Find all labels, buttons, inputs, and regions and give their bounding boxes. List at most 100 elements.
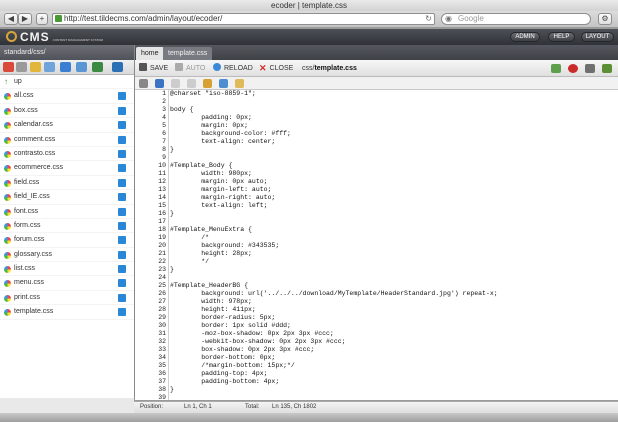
file-item[interactable]: contrasto.css <box>0 147 134 162</box>
grid-icon[interactable] <box>585 64 595 73</box>
code-line[interactable]: /* <box>170 234 615 242</box>
file-item[interactable]: menu.css <box>0 276 134 291</box>
code-line[interactable]: } <box>170 146 615 154</box>
edit-file-icon[interactable] <box>118 193 126 202</box>
code-line[interactable]: padding: 0px; <box>170 114 615 122</box>
search-field[interactable]: ◉ Google <box>441 13 591 25</box>
file-item[interactable]: field_IE.css <box>0 190 134 205</box>
forward-button[interactable]: ▶ <box>18 13 32 25</box>
search-files-icon[interactable] <box>112 62 123 72</box>
edit-file-icon[interactable] <box>118 106 126 115</box>
edit-file-icon[interactable] <box>118 279 126 288</box>
code-line[interactable]: background: #343535; <box>170 242 615 250</box>
admin-button[interactable]: ADMIN <box>510 32 540 42</box>
code-line[interactable]: width: 978px; <box>170 298 615 306</box>
code-content[interactable]: @charset "iso-8859-1"; body { padding: 0p… <box>170 90 615 400</box>
edit-file-icon[interactable] <box>118 135 126 144</box>
file-item[interactable]: comment.css <box>0 133 134 147</box>
code-line[interactable]: } <box>170 210 615 218</box>
code-line[interactable]: margin-left: auto; <box>170 186 615 194</box>
edit-file-icon[interactable] <box>118 92 126 101</box>
tab-home[interactable]: home <box>136 47 164 60</box>
tab-template-css[interactable]: template.css <box>163 47 213 60</box>
new-file-icon[interactable] <box>16 62 27 72</box>
refresh-icon[interactable] <box>92 62 103 72</box>
code-line[interactable]: } <box>170 266 615 274</box>
code-line[interactable] <box>170 154 615 162</box>
code-line[interactable]: height: 411px; <box>170 306 615 314</box>
code-line[interactable]: body { <box>170 106 615 114</box>
code-line[interactable]: background: url('../../../download/MyTem… <box>170 290 615 298</box>
code-line[interactable]: /*margin-bottom: 15px;*/ <box>170 362 615 370</box>
file-item[interactable]: font.css <box>0 205 134 219</box>
auto-save-button[interactable]: AUTO <box>175 63 205 74</box>
file-item[interactable]: list.css <box>0 262 134 277</box>
edit-file-icon[interactable] <box>118 149 126 158</box>
gear-icon[interactable] <box>602 64 612 73</box>
file-item[interactable]: glossary.css <box>0 248 134 263</box>
edit-file-icon[interactable] <box>118 207 126 216</box>
code-line[interactable]: width: 980px; <box>170 170 615 178</box>
back-button[interactable]: ◀ <box>4 13 18 25</box>
download-icon[interactable] <box>60 62 71 72</box>
rename-icon[interactable] <box>76 62 87 72</box>
code-line[interactable]: margin-right: auto; <box>170 194 615 202</box>
upload-icon[interactable] <box>44 62 55 72</box>
help-button[interactable]: HELP <box>548 32 575 42</box>
edit-file-icon[interactable] <box>118 250 126 259</box>
code-line[interactable]: @charset "iso-8859-1"; <box>170 90 615 98</box>
code-line[interactable] <box>170 98 615 106</box>
edit-file-icon[interactable] <box>118 265 126 274</box>
code-line[interactable]: -moz-box-shadow: 0px 2px 3px #ccc; <box>170 330 615 338</box>
edit-file-icon[interactable] <box>118 293 126 302</box>
warning-icon[interactable] <box>203 79 212 88</box>
code-line[interactable]: */ <box>170 258 615 266</box>
code-line[interactable]: padding-bottom: 4px; <box>170 378 615 386</box>
code-line[interactable]: background-color: #fff; <box>170 130 615 138</box>
edit-file-icon[interactable] <box>118 221 126 230</box>
file-item[interactable]: all.css <box>0 89 134 104</box>
code-line[interactable]: text-align: center; <box>170 138 615 146</box>
code-line[interactable]: -webkit-box-shadow: 0px 2px 3px #ccc; <box>170 338 615 346</box>
code-line[interactable]: } <box>170 386 615 394</box>
code-line[interactable]: border-radius: 5px; <box>170 314 615 322</box>
code-editor[interactable]: 1 2 3 4 5 6 7 8 9 10 11 12 13 14 15 16 17 18 19 20 21 22 23 24 2… <box>135 90 618 400</box>
new-tab-button[interactable]: + <box>36 13 48 25</box>
goto-line-icon[interactable] <box>155 79 164 88</box>
code-line[interactable]: box-shadow: 0px 2px 3px #ccc; <box>170 346 615 354</box>
code-line[interactable] <box>170 274 615 282</box>
file-item[interactable]: ecommerce.css <box>0 161 134 176</box>
edit-file-icon[interactable] <box>118 121 126 130</box>
code-line[interactable]: #Template_MenuExtra { <box>170 226 615 234</box>
up-folder-item[interactable]: ↑ up <box>0 75 134 90</box>
file-item[interactable]: forum.css <box>0 233 134 248</box>
home-icon[interactable] <box>3 62 14 72</box>
code-line[interactable]: #Template_HeaderBG { <box>170 282 615 290</box>
file-item[interactable]: template.css <box>0 305 134 320</box>
edit-file-icon[interactable] <box>118 178 126 187</box>
reload-button[interactable]: RELOAD <box>213 63 253 74</box>
close-button[interactable]: ✕ CLOSE <box>259 63 293 74</box>
code-line[interactable]: border: 1px solid #ddd; <box>170 322 615 330</box>
code-line[interactable]: border-bottom: 0px; <box>170 354 615 362</box>
code-line[interactable]: margin: 0px; <box>170 122 615 130</box>
search-icon[interactable] <box>139 79 148 88</box>
layout-button[interactable]: LAYOUT <box>581 32 614 42</box>
edit-file-icon[interactable] <box>118 236 126 245</box>
reload-page-icon[interactable]: ↻ <box>425 14 432 24</box>
save-button[interactable]: SAVE <box>139 63 168 74</box>
file-item[interactable]: form.css <box>0 219 134 234</box>
undo-icon[interactable] <box>171 79 180 88</box>
file-item[interactable]: field.css <box>0 176 134 191</box>
edit-file-icon[interactable] <box>118 308 126 317</box>
stop-icon[interactable] <box>568 64 578 73</box>
code-line[interactable]: text-align: left; <box>170 202 615 210</box>
chart-icon[interactable] <box>551 64 561 73</box>
reindent-icon[interactable] <box>219 79 228 88</box>
edit-file-icon[interactable] <box>118 164 126 173</box>
code-line[interactable]: padding-top: 4px; <box>170 370 615 378</box>
code-line[interactable]: height: 28px; <box>170 250 615 258</box>
settings-gear-icon[interactable]: ⚙ <box>598 13 612 25</box>
redo-icon[interactable] <box>187 79 196 88</box>
address-bar[interactable]: http://test.tildecms.com/admin/layout/ec… <box>52 13 435 25</box>
